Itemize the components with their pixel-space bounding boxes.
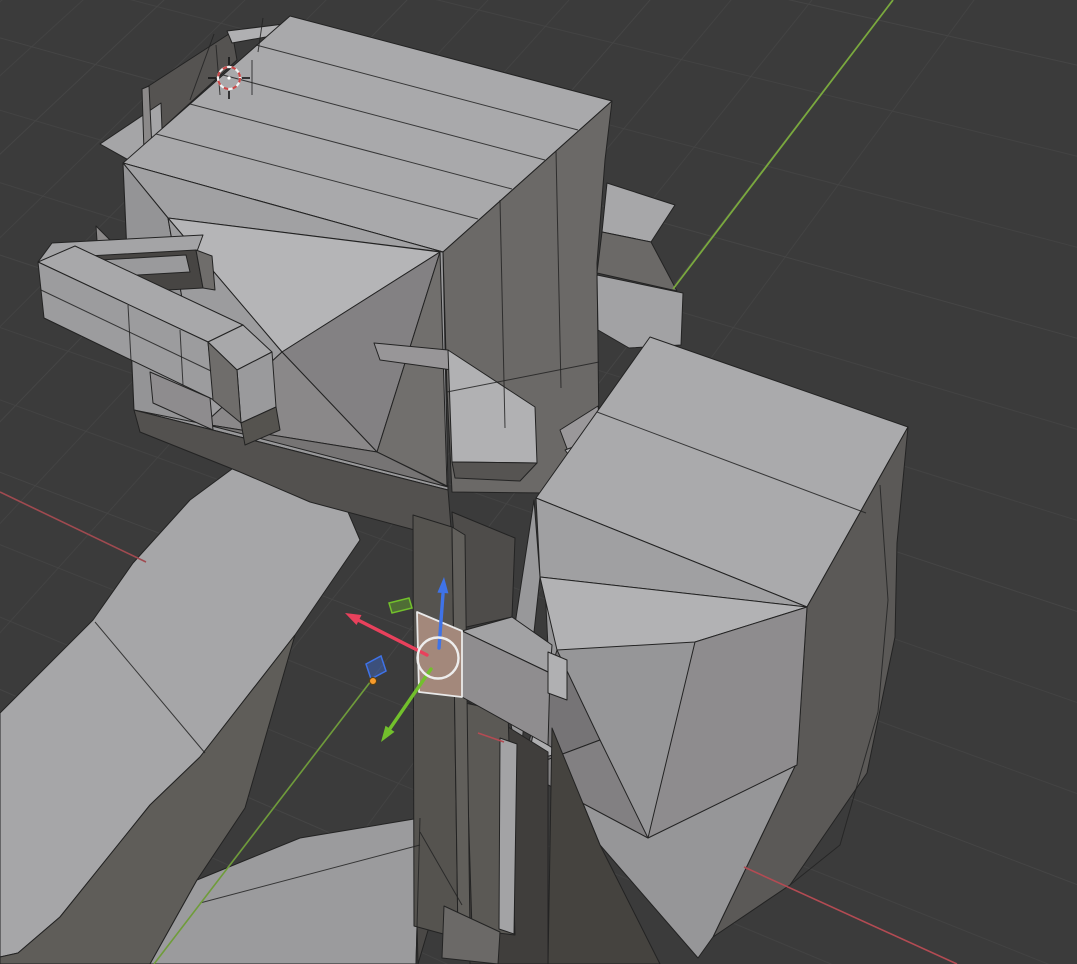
viewport-canvas[interactable] [0, 0, 1077, 964]
origin-dot [369, 677, 377, 685]
3d-cursor-center-dot [227, 76, 231, 80]
blender-3d-viewport[interactable] [0, 0, 1077, 964]
pillar-front-face [412, 514, 459, 939]
leg-back-bright-edge [498, 737, 518, 935]
snout-notch [547, 651, 568, 701]
